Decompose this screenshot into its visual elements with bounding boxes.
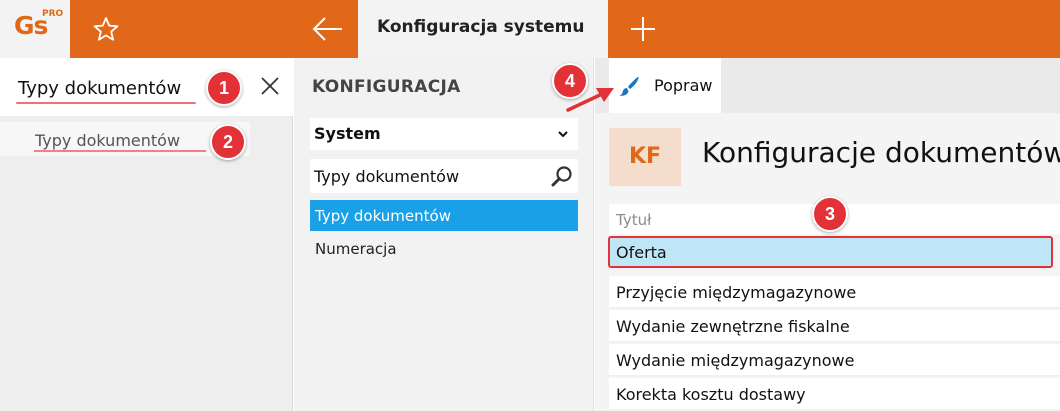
row-label: Wydanie międzymagazynowe bbox=[616, 351, 855, 370]
section-select[interactable]: System bbox=[310, 118, 578, 150]
configuration-nav: KONFIGURACJA System Typy dokumentów Typy… bbox=[294, 58, 594, 411]
nav-filter-input[interactable]: Typy dokumentów bbox=[310, 159, 578, 193]
config-heading: KONFIGURACJA bbox=[312, 77, 461, 97]
section-select-value: System bbox=[314, 124, 381, 143]
brush-icon bbox=[619, 76, 639, 96]
row-label: Korekta kosztu dostawy bbox=[616, 385, 806, 404]
edit-label: Popraw bbox=[654, 76, 713, 95]
row-label: Wydanie zewnętrzne fiskalne bbox=[616, 317, 850, 336]
table-row[interactable]: Wydanie międzymagazynowe bbox=[609, 344, 1060, 376]
callout-badge-2: 2 bbox=[210, 124, 246, 160]
table-row[interactable]: Korekta kosztu dostawy bbox=[609, 378, 1060, 410]
table-row[interactable]: Wydanie zewnętrzne fiskalne bbox=[609, 310, 1060, 342]
table-row-selected[interactable]: Oferta bbox=[608, 236, 1053, 268]
search-highlight bbox=[16, 102, 196, 104]
page-title: Konfiguracje dokumentów bbox=[702, 136, 1060, 169]
close-icon[interactable] bbox=[259, 75, 281, 97]
content-area: Popraw KF Konfiguracje dokumentów Tytuł … bbox=[595, 58, 1060, 411]
nav-item-label: Numeracja bbox=[315, 240, 397, 258]
search-result-label: Typy dokumentów bbox=[35, 131, 181, 150]
logo-sup: PRO bbox=[42, 9, 64, 19]
table-row[interactable]: Przyjęcie międzymagazynowe bbox=[609, 276, 1060, 308]
nav-item-numbering[interactable]: Numeracja bbox=[310, 234, 578, 264]
callout-badge-4: 4 bbox=[552, 63, 588, 99]
search-query: Typy dokumentów bbox=[18, 78, 182, 99]
edit-button[interactable]: Popraw bbox=[609, 58, 721, 113]
star-icon[interactable] bbox=[93, 16, 119, 42]
callout-badge-3: 3 bbox=[812, 196, 848, 232]
module-badge: KF bbox=[609, 128, 681, 186]
tab-label: Konfiguracja systemu bbox=[377, 17, 585, 37]
tab-system-configuration[interactable]: Konfiguracja systemu bbox=[358, 0, 608, 58]
global-search-input[interactable]: Typy dokumentów bbox=[0, 58, 293, 116]
column-header-label: Tytuł bbox=[616, 211, 652, 229]
plus-icon[interactable] bbox=[630, 16, 656, 42]
search-icon[interactable] bbox=[550, 164, 574, 188]
chevron-down-icon bbox=[558, 131, 568, 138]
app-logo[interactable]: Gs PRO bbox=[0, 0, 70, 58]
module-badge-text: KF bbox=[628, 144, 662, 169]
nav-filter-value: Typy dokumentów bbox=[314, 167, 460, 186]
result-highlight bbox=[34, 150, 206, 152]
search-panel: Typy dokumentów Typy dokumentów bbox=[0, 58, 293, 411]
row-label: Oferta bbox=[616, 243, 667, 262]
row-label: Przyjęcie międzymagazynowe bbox=[616, 283, 857, 302]
back-arrow-icon[interactable] bbox=[312, 16, 344, 42]
callout-badge-1: 1 bbox=[206, 70, 242, 106]
nav-item-label: Typy dokumentów bbox=[315, 207, 451, 225]
nav-item-document-types[interactable]: Typy dokumentów bbox=[310, 200, 578, 231]
top-bar: Gs PRO Konfiguracja systemu bbox=[0, 0, 1060, 58]
